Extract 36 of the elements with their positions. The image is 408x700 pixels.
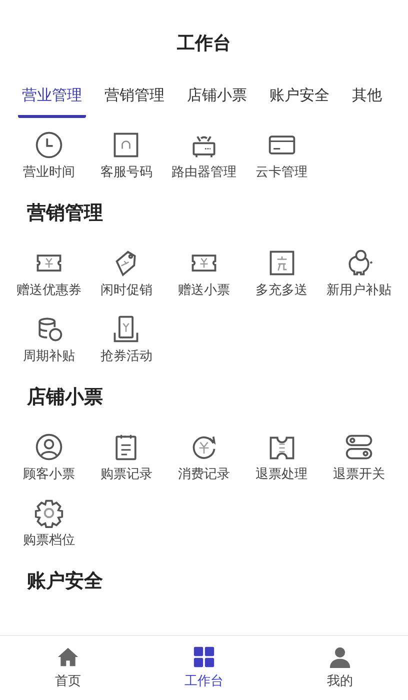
tool-label: 周期补贴 (22, 348, 75, 366)
clock-icon[interactable] (34, 130, 64, 160)
section-heading: 店铺小票 (27, 385, 104, 410)
nav-tab[interactable]: 我的 (272, 636, 408, 700)
tool-label: 退票处理 (256, 466, 308, 484)
nav-tab[interactable]: 工作台 (136, 636, 272, 700)
grid-icon (193, 646, 215, 668)
section-heading: 账户安全 (27, 569, 104, 594)
tool-label: 赠送小票 (178, 282, 230, 300)
nav-tab[interactable]: 首页 (0, 636, 136, 700)
page-title: 工作台 (177, 32, 231, 56)
tool-label: 新用户补贴 (326, 282, 392, 300)
toggle-icon[interactable] (344, 432, 374, 462)
tool-label: 抢券活动 (100, 348, 152, 366)
tool-label: 闲时促销 (100, 282, 152, 300)
category-tab[interactable]: 其他 (348, 78, 386, 118)
tool-label: 云卡管理 (256, 164, 308, 182)
tool-label: 营业时间 (22, 164, 75, 182)
category-tab[interactable]: 营销管理 (100, 78, 168, 118)
user-circle-icon[interactable] (34, 432, 64, 462)
tool-label: 赠送优惠券 (16, 282, 82, 300)
tool-label: 客服号码 (100, 164, 152, 182)
user-icon (329, 646, 351, 668)
section-heading: 营销管理 (27, 201, 104, 226)
settings-icon[interactable] (34, 498, 64, 528)
tool-label: 多充多送 (256, 282, 308, 300)
tool-label: 消费记录 (178, 466, 230, 484)
category-tab[interactable]: 账户安全 (266, 78, 334, 118)
tool-label: 顾客小票 (22, 466, 75, 484)
tool-label: 路由器管理 (171, 164, 236, 182)
category-tab[interactable]: 营业管理 (18, 78, 86, 118)
tool-label: 退票开关 (333, 466, 386, 484)
tool-label: 购票档位 (22, 532, 75, 550)
category-tab[interactable]: 店铺小票 (183, 78, 251, 118)
home-icon (57, 646, 79, 668)
tool-label: 购票记录 (100, 466, 152, 484)
